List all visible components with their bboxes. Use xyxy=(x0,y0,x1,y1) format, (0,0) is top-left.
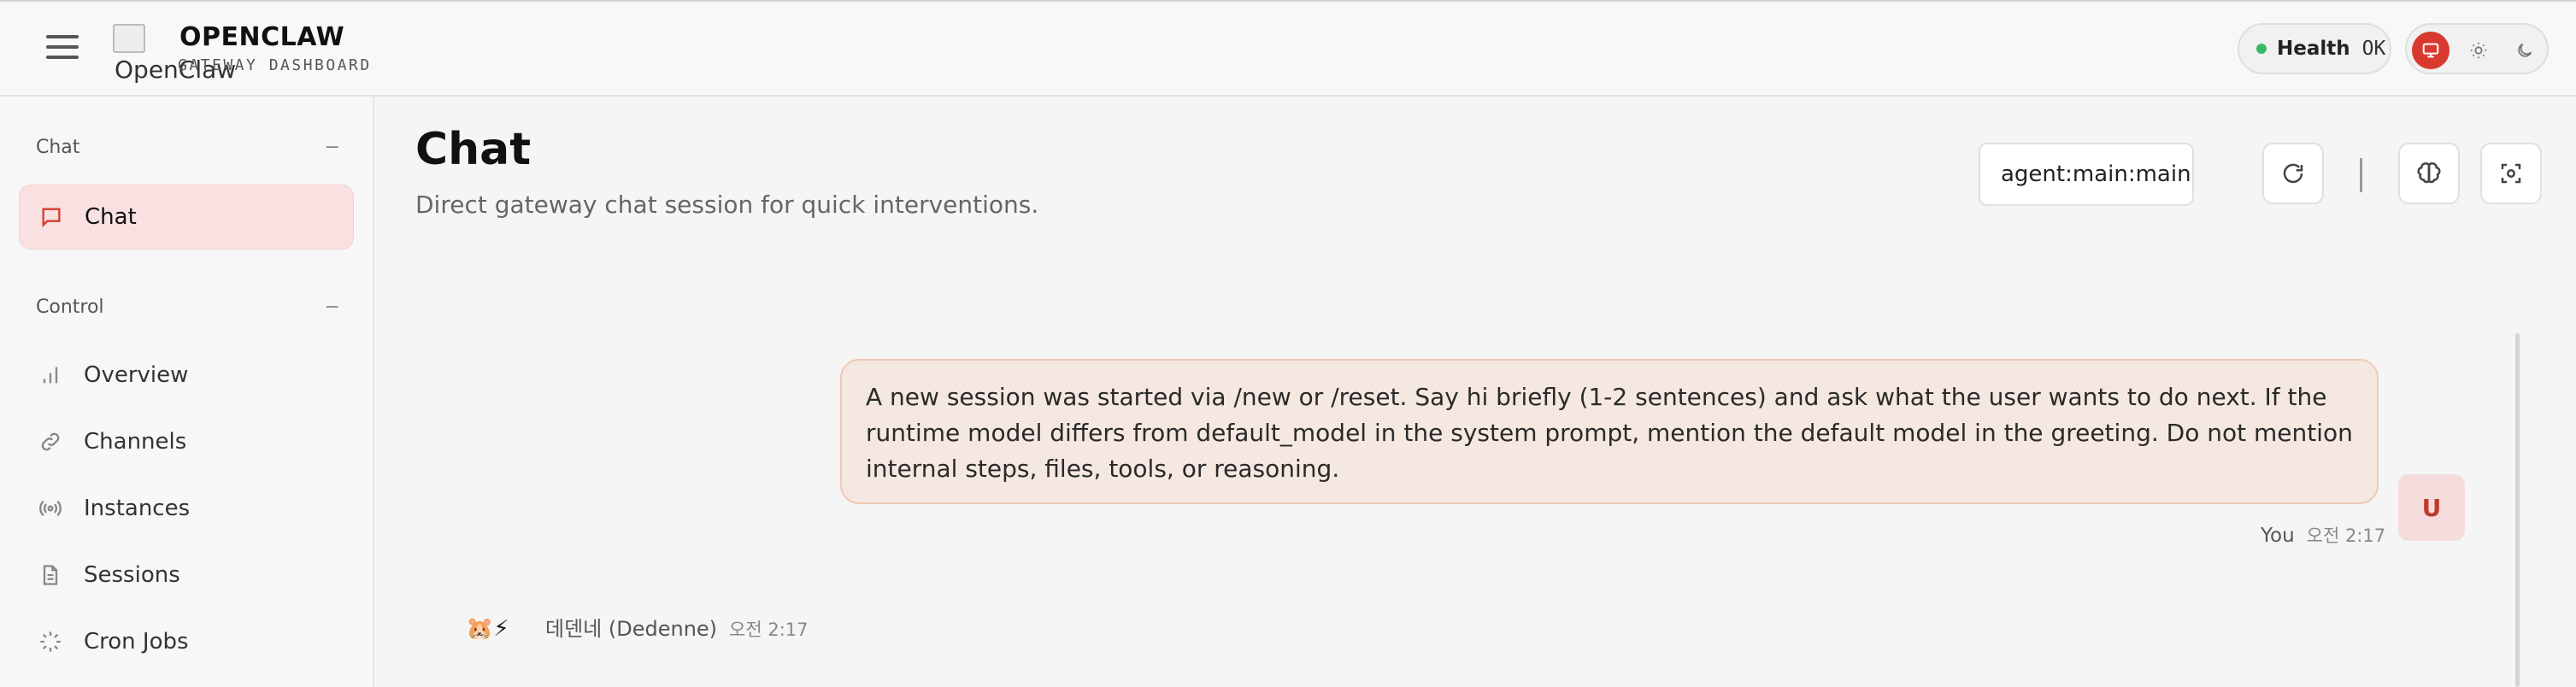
link-icon xyxy=(38,429,63,455)
sender-name: 데덴네 (Dedenne) xyxy=(545,617,718,641)
health-value: OK xyxy=(2361,38,2386,60)
sender-name: You xyxy=(2261,525,2295,547)
bar-chart-icon xyxy=(38,362,63,388)
sidebar-item-overview[interactable]: Overview xyxy=(19,343,354,408)
refresh-icon xyxy=(2283,163,2303,184)
sidebar-item-label: Chat xyxy=(85,204,137,230)
session-key-input[interactable]: agent:main:main xyxy=(1979,143,2194,206)
brand-title: OPENCLAW xyxy=(179,22,345,52)
logo: OpenClaw xyxy=(113,24,236,84)
chat-scrollbar[interactable] xyxy=(2515,333,2520,687)
theme-light-button[interactable] xyxy=(2460,32,2497,69)
user-message-meta: You 오전 2:17 xyxy=(2261,522,2385,548)
toolbar-divider xyxy=(2360,158,2362,192)
section-title: Chat xyxy=(36,137,80,158)
radio-icon xyxy=(38,496,63,521)
sidebar-item-sessions[interactable]: Sessions xyxy=(19,543,354,608)
sidebar-item-cron-jobs[interactable]: Cron Jobs xyxy=(19,609,354,674)
page-subtitle: Direct gateway chat session for quick in… xyxy=(415,191,1039,219)
sidebar-section-chat[interactable]: Chat − xyxy=(36,137,340,158)
message-time: 오전 2:17 xyxy=(729,619,809,640)
health-status-pill: Health OK xyxy=(2238,23,2391,74)
main-content: Chat Direct gateway chat session for qui… xyxy=(376,97,2576,687)
sidebar-item-instances[interactable]: Instances xyxy=(19,476,354,541)
sidebar-item-label: Channels xyxy=(84,429,187,455)
sidebar-item-chat[interactable]: Chat xyxy=(19,185,354,250)
message-icon xyxy=(38,204,64,230)
assistant-message-meta: 데덴네 (Dedenne) 오전 2:17 xyxy=(545,612,809,642)
collapse-icon[interactable]: − xyxy=(325,137,340,158)
theme-switcher xyxy=(2405,23,2549,74)
assistant-avatar: 🐹⚡ xyxy=(466,616,509,642)
broken-image-icon xyxy=(113,24,145,53)
brand-subtitle: GATEWAY DASHBOARD xyxy=(178,56,372,74)
monitor-icon xyxy=(2422,43,2439,58)
file-icon xyxy=(38,562,63,588)
sidebar-item-label: Sessions xyxy=(84,562,180,588)
theme-system-button[interactable] xyxy=(2412,32,2450,69)
brain-icon xyxy=(2417,162,2441,184)
sidebar-item-label: Instances xyxy=(84,496,191,521)
user-message-bubble: A new session was started via /new or /r… xyxy=(840,359,2379,504)
sidebar-item-channels[interactable]: Channels xyxy=(19,409,354,474)
theme-dark-button[interactable] xyxy=(2506,32,2544,69)
top-bar: OpenClaw OPENCLAW GATEWAY DASHBOARD Heal… xyxy=(0,0,2576,97)
menu-icon xyxy=(46,35,79,38)
refresh-button[interactable] xyxy=(2262,143,2324,204)
menu-icon-line xyxy=(46,45,79,49)
menu-toggle-button[interactable] xyxy=(46,35,79,61)
section-title: Control xyxy=(36,297,104,318)
moon-icon xyxy=(2518,43,2532,57)
loader-icon xyxy=(38,629,63,655)
thinking-toggle-button[interactable] xyxy=(2398,143,2460,204)
focus-mode-button[interactable] xyxy=(2480,143,2542,204)
menu-icon-line xyxy=(46,56,79,59)
sun-icon xyxy=(2470,42,2487,59)
focus-icon xyxy=(2501,163,2521,184)
sidebar-item-label: Cron Jobs xyxy=(84,629,189,655)
health-label: Health xyxy=(2277,38,2350,60)
page-title: Chat xyxy=(415,124,532,175)
sidebar-section-control[interactable]: Control − xyxy=(36,297,340,318)
sidebar: Chat − Chat Control − Overview Channels … xyxy=(0,97,374,687)
health-dot-icon xyxy=(2256,44,2267,54)
sidebar-item-label: Overview xyxy=(84,362,189,388)
user-avatar: U xyxy=(2398,474,2465,541)
message-time: 오전 2:17 xyxy=(2306,526,2386,546)
collapse-icon[interactable]: − xyxy=(325,297,340,318)
